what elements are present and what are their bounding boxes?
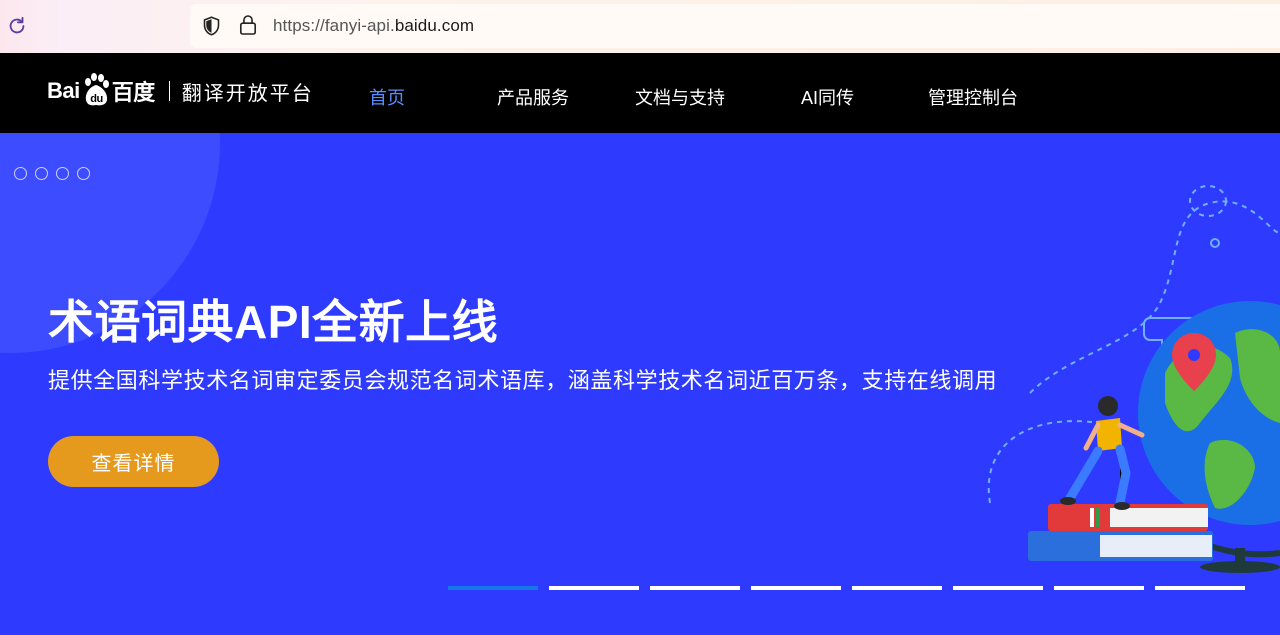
nav-item-products[interactable]: 产品服务 xyxy=(497,84,569,110)
logo-subtitle: 翻译开放平台 xyxy=(181,82,314,105)
dot-icon xyxy=(35,167,48,180)
baidu-logo[interactable]: Bai du 百度 翻译开放平台 xyxy=(47,71,314,111)
logo-text-right: 百度 xyxy=(111,80,156,105)
nav-item-home[interactable]: 首页 xyxy=(369,84,405,110)
pager-bar-1[interactable] xyxy=(448,586,538,590)
pager-bar-5[interactable] xyxy=(852,586,942,590)
pager-bar-8[interactable] xyxy=(1155,586,1245,590)
globe-books-illustration xyxy=(987,185,1280,573)
hero-banner: 术语词典API全新上线 提供全国科学技术名词审定委员会规范名词术语库，涵盖科学技… xyxy=(0,133,1280,635)
lock-icon[interactable] xyxy=(239,14,257,36)
dot-icon xyxy=(77,167,90,180)
reload-icon[interactable] xyxy=(6,15,28,37)
pager-bar-4[interactable] xyxy=(751,586,841,590)
nav-item-docs[interactable]: 文档与支持 xyxy=(635,84,725,110)
address-bar[interactable]: https://fanyi-api.baidu.com xyxy=(190,4,1280,48)
hero-title: 术语词典API全新上线 xyxy=(48,296,499,348)
url-host: baidu.com xyxy=(394,16,475,35)
svg-text:du: du xyxy=(90,93,102,105)
shield-icon[interactable] xyxy=(201,15,222,37)
pager-bar-2[interactable] xyxy=(549,586,639,590)
nav-item-ai-interpretation[interactable]: AI同传 xyxy=(801,84,854,110)
logo-text-left: Bai xyxy=(47,78,80,103)
logo-wordmark: Bai du 百度 xyxy=(47,73,155,109)
top-nav: Bai du 百度 翻译开放平台 首页 产品服务 文档与支持 AI同传 管理控制… xyxy=(0,53,1280,133)
browser-toolbar: https://fanyi-api.baidu.com xyxy=(0,0,1280,53)
nav-item-console[interactable]: 管理控制台 xyxy=(928,84,1018,110)
carousel-pager xyxy=(448,586,1245,590)
dot-icon xyxy=(14,167,27,180)
hero-description: 提供全国科学技术名词审定委员会规范名词术语库，涵盖科学技术名词近百万条，支持在线… xyxy=(48,368,998,393)
pager-bar-7[interactable] xyxy=(1054,586,1144,590)
pager-bar-6[interactable] xyxy=(953,586,1043,590)
pager-bar-3[interactable] xyxy=(650,586,740,590)
dot-icon xyxy=(56,167,69,180)
logo-divider xyxy=(168,81,170,101)
view-details-button[interactable]: 查看详情 xyxy=(48,436,219,487)
decorative-dots xyxy=(14,167,90,180)
url-text[interactable]: https://fanyi-api.baidu.com xyxy=(273,16,474,36)
paw-icon: du xyxy=(84,73,109,106)
url-prefix: https://fanyi-api. xyxy=(273,16,395,35)
